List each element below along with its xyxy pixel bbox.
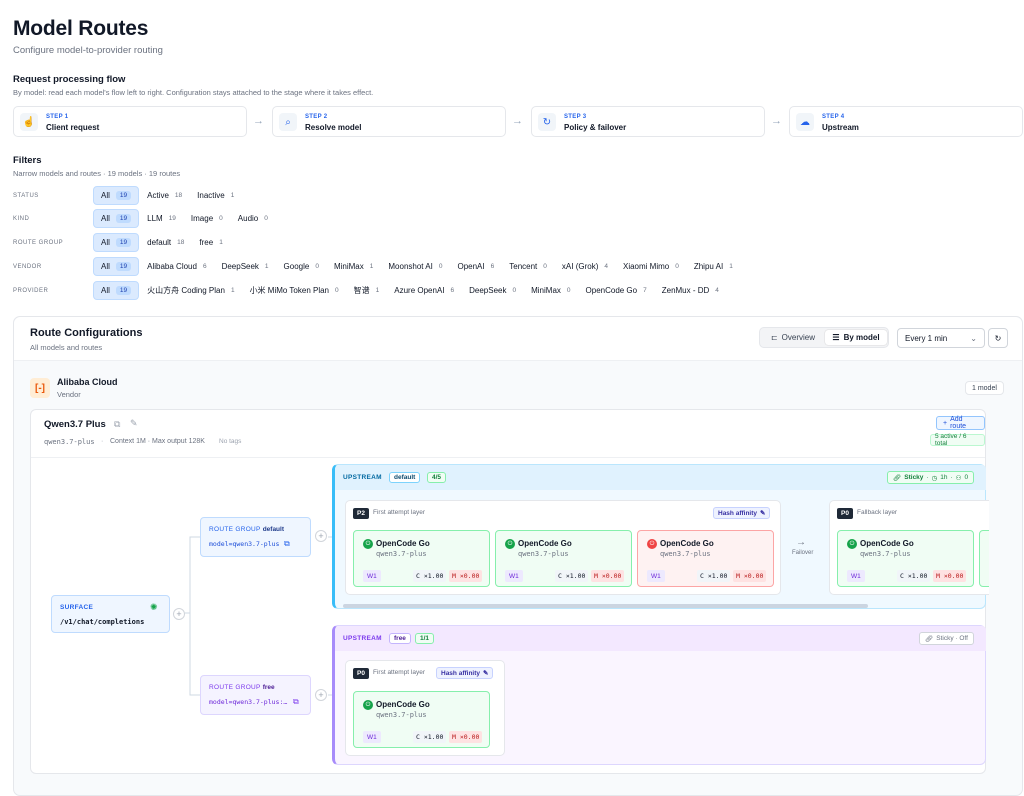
priority-badge: P2 (353, 508, 369, 519)
add-upstream-button[interactable]: + (315, 530, 327, 542)
sticky-session-badge[interactable]: 🔗︎ Sticky · Off (919, 632, 974, 645)
provider-model: qwen3.7-plus (518, 550, 569, 558)
upstream-free: UPSTREAM free 1/1 🔗︎ Sticky · Off P0 Firs… (332, 625, 986, 765)
surface-path: /v1/chat/completions (60, 618, 145, 626)
priority-badge: P0 (353, 668, 369, 679)
status-icon: ⏻ (505, 539, 515, 549)
status-icon: ⏻ (647, 539, 657, 549)
margin-multiplier: M ×0.00 (733, 570, 767, 582)
provider-model: qwen3.7-plus (660, 550, 711, 558)
weight-badge: W1 (363, 731, 381, 743)
upstream-label: UPSTREAM (343, 474, 382, 481)
layer-p2: P2 First attempt layer Hash affinity ✎ ⏻ … (345, 500, 781, 595)
provider-name: OpenCode Go (660, 539, 714, 548)
route-group-model: model=qwen3.7-plus (209, 540, 280, 548)
provider-model: qwen3.7-plus (860, 550, 911, 558)
cost-multiplier: C ×1.00 (413, 731, 447, 743)
upstream-ratio-tag: 4/5 (427, 472, 447, 483)
upstream-group-tag: default (389, 472, 421, 483)
copy-icon[interactable]: ⧉ (284, 539, 290, 549)
link-icon: 🔗︎ (925, 635, 934, 643)
upstream-group-tag: free (389, 633, 411, 644)
margin-multiplier: M ×0.00 (449, 570, 483, 582)
status-icon: ⏻ (847, 539, 857, 549)
cost-multiplier: C ×1.00 (697, 570, 731, 582)
hash-affinity-badge[interactable]: Hash affinity ✎ (436, 667, 494, 679)
route-group-model: model=qwen3.7-plus:… (209, 698, 288, 706)
users-icon: ⚇ (955, 474, 962, 482)
openai-icon: ✺ (150, 602, 158, 612)
weight-badge: W1 (363, 570, 381, 582)
route-group-name: free (262, 684, 275, 691)
cost-multiplier: C ×1.00 (555, 570, 589, 582)
sticky-sessions: 0 (964, 474, 969, 481)
add-upstream-button[interactable]: + (315, 689, 327, 701)
layer-desc: First attempt layer (373, 509, 426, 516)
provider-card[interactable]: ⏻ OpenCode Go qwen3.7-plus W1 C ×1.00 M … (637, 530, 774, 587)
provider-card[interactable]: ⏻ OpenCode Go qwen3.7-plus W1 C ×1.00 M … (353, 530, 490, 587)
provider-name: OpenCode Go (376, 700, 430, 709)
cost-multiplier: C ×1.00 (897, 570, 931, 582)
margin-multiplier: M ×0.00 (449, 731, 483, 743)
surface-label: SURFACE (60, 604, 94, 611)
priority-badge: P0 (837, 508, 853, 519)
layer-desc: First attempt layer (373, 669, 426, 676)
link-icon: 🔗︎ (893, 474, 902, 482)
hash-label: Hash affinity (441, 669, 481, 677)
provider-name: OpenCode Go (376, 539, 430, 548)
route-group-free[interactable]: ROUTE GROUP free model=qwen3.7-plus:… ⧉ (200, 675, 311, 715)
sticky-session-badge[interactable]: 🔗︎ Sticky · ◷ 1h · ⚇ 0 (887, 471, 975, 484)
add-route-group-button[interactable]: + (173, 608, 185, 620)
upstream-default: UPSTREAM default 4/5 🔗︎ Sticky · ◷ 1h · ⚇ 0 P2 … (332, 464, 989, 609)
cost-multiplier: C ×1.00 (413, 570, 447, 582)
edit-icon: ✎ (760, 510, 766, 517)
layer-desc: Fallback layer (857, 509, 898, 516)
surface-node: SURFACE ✺ /v1/chat/completions (51, 595, 170, 633)
status-icon: ⏻ (363, 539, 373, 549)
provider-model: qwen3.7-plus (376, 550, 427, 558)
sticky-label: Sticky (904, 474, 924, 481)
upstream-ratio-tag: 1/1 (415, 633, 435, 644)
upstream-label: UPSTREAM (343, 635, 382, 642)
edit-icon: ✎ (483, 670, 489, 677)
sticky-label: Sticky · Off (936, 635, 968, 642)
failover-label: Failover (792, 550, 814, 556)
route-group-name: default (262, 526, 284, 533)
provider-card[interactable]: ⏻ OpenCode Go qwen3.7-plus W1 C ×1.00 M … (837, 530, 974, 587)
margin-multiplier: M ×0.00 (591, 570, 625, 582)
weight-badge: W1 (847, 570, 865, 582)
provider-model: qwen3.7-plus (376, 711, 427, 719)
layer-p0: P0 Fallback layer ⏻ OpenCode Go qwen3.7-… (829, 500, 989, 595)
weight-badge: W1 (505, 570, 523, 582)
horizontal-scrollbar[interactable] (343, 604, 868, 608)
separator: · (950, 474, 953, 481)
provider-card-partial[interactable] (979, 530, 989, 587)
hash-label: Hash affinity (718, 509, 758, 517)
provider-name: OpenCode Go (860, 539, 914, 548)
provider-name: OpenCode Go (518, 539, 572, 548)
clock-icon: ◷ (931, 474, 938, 482)
route-group-label: ROUTE GROUP (209, 684, 261, 691)
arrow-right-icon: → (796, 537, 806, 548)
status-icon: ⏻ (363, 700, 373, 710)
separator: · (926, 474, 929, 481)
provider-card[interactable]: ⏻ OpenCode Go qwen3.7-plus W1 C ×1.00 M … (495, 530, 632, 587)
copy-icon[interactable]: ⧉ (293, 697, 299, 707)
sticky-ttl: 1h (940, 474, 948, 481)
provider-card[interactable]: ⏻ OpenCode Go qwen3.7-plus W1 C ×1.00 M … (353, 691, 490, 748)
hash-affinity-badge[interactable]: Hash affinity ✎ (713, 507, 771, 519)
layer-p0-free: P0 First attempt layer Hash affinity ✎ ⏻ … (345, 660, 505, 756)
margin-multiplier: M ×0.00 (933, 570, 967, 582)
route-group-default[interactable]: ROUTE GROUP default model=qwen3.7-plus ⧉ (200, 517, 311, 557)
route-group-label: ROUTE GROUP (209, 526, 261, 533)
weight-badge: W1 (647, 570, 665, 582)
